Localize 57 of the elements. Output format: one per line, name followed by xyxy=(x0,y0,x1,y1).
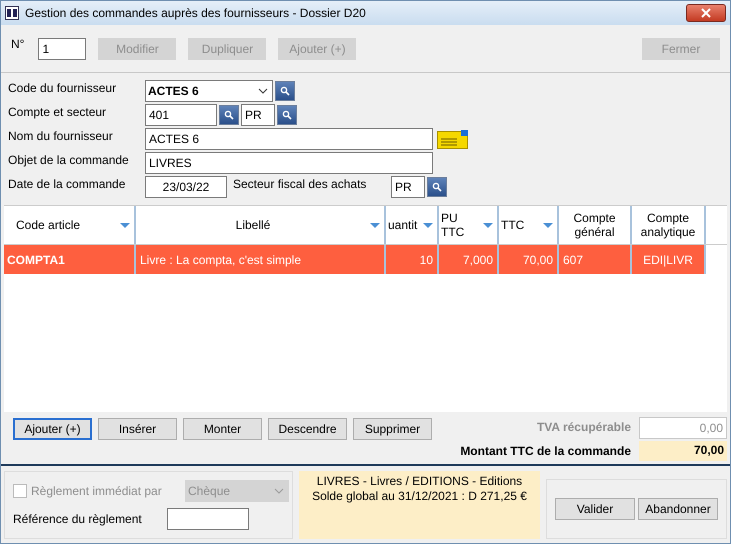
table-cell: 607 xyxy=(559,245,632,274)
table-cell: 70,00 xyxy=(499,245,559,274)
search-button[interactable] xyxy=(219,105,239,125)
payment-reference-label: Référence du règlement xyxy=(13,512,143,526)
info-text: Solde global au 31/12/2021 : D 271,25 € xyxy=(312,489,527,504)
dialog-button[interactable]: Valider xyxy=(555,498,635,520)
account-field[interactable]: 401 xyxy=(145,104,217,126)
order-subject-field[interactable]: LIVRES xyxy=(145,152,433,174)
fiscal-sector-field[interactable]: PR xyxy=(391,176,425,198)
table-cell: 7,000 xyxy=(439,245,499,274)
search-icon xyxy=(432,182,442,192)
table-cell: 10 xyxy=(386,245,439,274)
total-label: Montant TTC de la commande xyxy=(459,444,631,458)
field-label: Objet de la commande xyxy=(8,153,130,167)
field-label: Date de la commande xyxy=(8,177,126,191)
window-title: Gestion des commandes auprès des fournisseurs - Dossier D20 xyxy=(25,6,367,20)
field-label: Secteur fiscal des achats xyxy=(233,177,368,191)
line-action-button[interactable]: Insérer xyxy=(98,418,177,440)
number-label: N° xyxy=(11,37,24,51)
supplier-code-dropdown[interactable]: ACTES 6 xyxy=(145,80,273,102)
date-field[interactable]: 23/03/22 xyxy=(145,176,227,198)
info-text: LIVRES - Livres / EDITIONS - Editions xyxy=(316,474,522,489)
search-icon xyxy=(280,86,290,96)
search-icon xyxy=(282,110,292,120)
search-button[interactable] xyxy=(277,105,297,125)
sort-arrow-icon xyxy=(483,222,493,228)
dialog-button[interactable]: Abandonner xyxy=(638,498,718,520)
line-action-button[interactable]: Supprimer xyxy=(353,418,432,440)
field-label: Code du fournisseur xyxy=(8,81,118,95)
line-action-button[interactable]: Monter xyxy=(183,418,262,440)
table-cell: EDI|LIVR xyxy=(632,245,706,274)
close-icon xyxy=(701,8,711,18)
address-card-button[interactable] xyxy=(437,128,471,150)
payment-reference-field[interactable] xyxy=(167,508,249,530)
field-label: Compte et secteur xyxy=(8,105,108,119)
search-icon xyxy=(224,110,234,120)
vat-label: TVA récupérable xyxy=(536,420,631,434)
sector-field[interactable]: PR xyxy=(241,104,275,126)
chevron-icon xyxy=(258,88,268,94)
search-button[interactable] xyxy=(275,81,295,101)
supplier-name-field[interactable]: ACTES 6 xyxy=(145,128,433,150)
sort-arrow-icon xyxy=(120,222,130,228)
close-button[interactable] xyxy=(686,4,726,22)
chevron-icon xyxy=(274,488,284,494)
card-icon xyxy=(437,129,469,149)
table-cell: COMPTA1 xyxy=(4,245,136,274)
search-button[interactable] xyxy=(427,177,447,197)
table-cell: Livre : La compta, c'est simple xyxy=(136,245,386,274)
field-label: Nom du fournisseur xyxy=(8,129,114,143)
immediate-payment-label: Règlement immédiat par xyxy=(31,484,163,498)
sort-arrow-icon xyxy=(370,222,380,228)
total-amount: 70,00 xyxy=(639,441,727,461)
sort-arrow-icon xyxy=(423,222,433,228)
sort-arrow-icon xyxy=(543,222,553,228)
line-action-button[interactable]: Descendre xyxy=(268,418,347,440)
app-icon xyxy=(5,6,19,20)
line-action-button[interactable]: Ajouter (+) xyxy=(13,418,92,440)
